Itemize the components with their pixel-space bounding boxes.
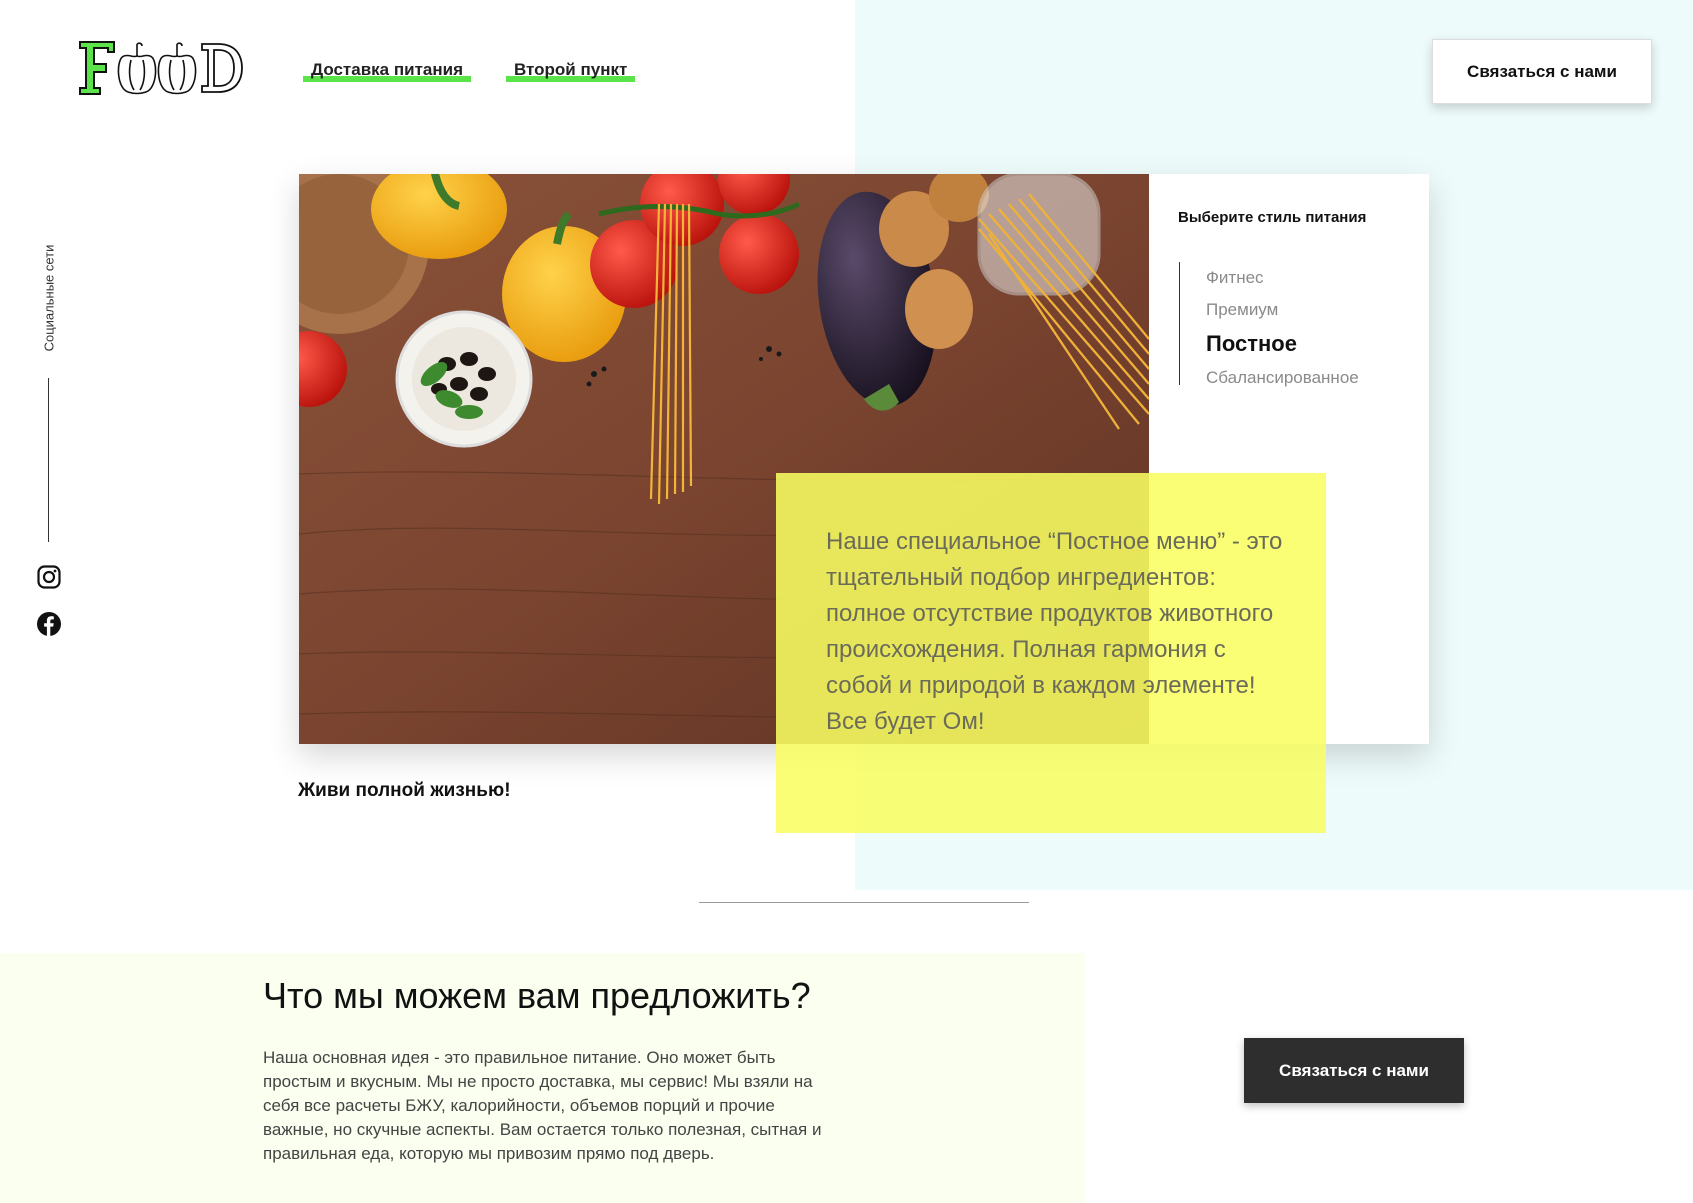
- contact-button-offer[interactable]: Связаться с нами: [1244, 1038, 1464, 1103]
- section-divider: [699, 902, 1029, 903]
- social-label: Социальные сети: [40, 238, 58, 358]
- style-item-lenten[interactable]: Постное: [1180, 326, 1380, 362]
- nav-item-delivery[interactable]: Доставка питания: [303, 60, 471, 84]
- social-divider: [48, 378, 49, 542]
- tagline: Живи полной жизнью!: [298, 780, 511, 801]
- contact-button-header[interactable]: Связаться с нами: [1432, 39, 1652, 104]
- logo-letter-f: [79, 41, 115, 95]
- style-item-fitness[interactable]: Фитнес: [1180, 262, 1380, 294]
- style-title: Выберите стиль питания: [1178, 209, 1367, 226]
- style-item-balanced[interactable]: Сбалансированное: [1180, 362, 1380, 394]
- logo-pepper-icons: [117, 42, 197, 95]
- facebook-icon[interactable]: [37, 612, 61, 636]
- logo-letter-d: [201, 43, 243, 93]
- instagram-icon[interactable]: [37, 565, 61, 589]
- style-list: Фитнес Премиум Постное Сбалансированное: [1179, 262, 1380, 387]
- offer-text: Наша основная идея - это правильное пита…: [263, 1048, 822, 1163]
- nav-item-second[interactable]: Второй пункт: [506, 60, 636, 84]
- logo[interactable]: [76, 38, 246, 96]
- style-item-premium[interactable]: Премиум: [1180, 294, 1380, 326]
- description-text: Наше специальное “Постное меню” - это тщ…: [826, 528, 1283, 735]
- social-label-text: Социальные сети: [41, 244, 57, 352]
- offer-title: Что мы можем вам предложить?: [263, 975, 811, 1016]
